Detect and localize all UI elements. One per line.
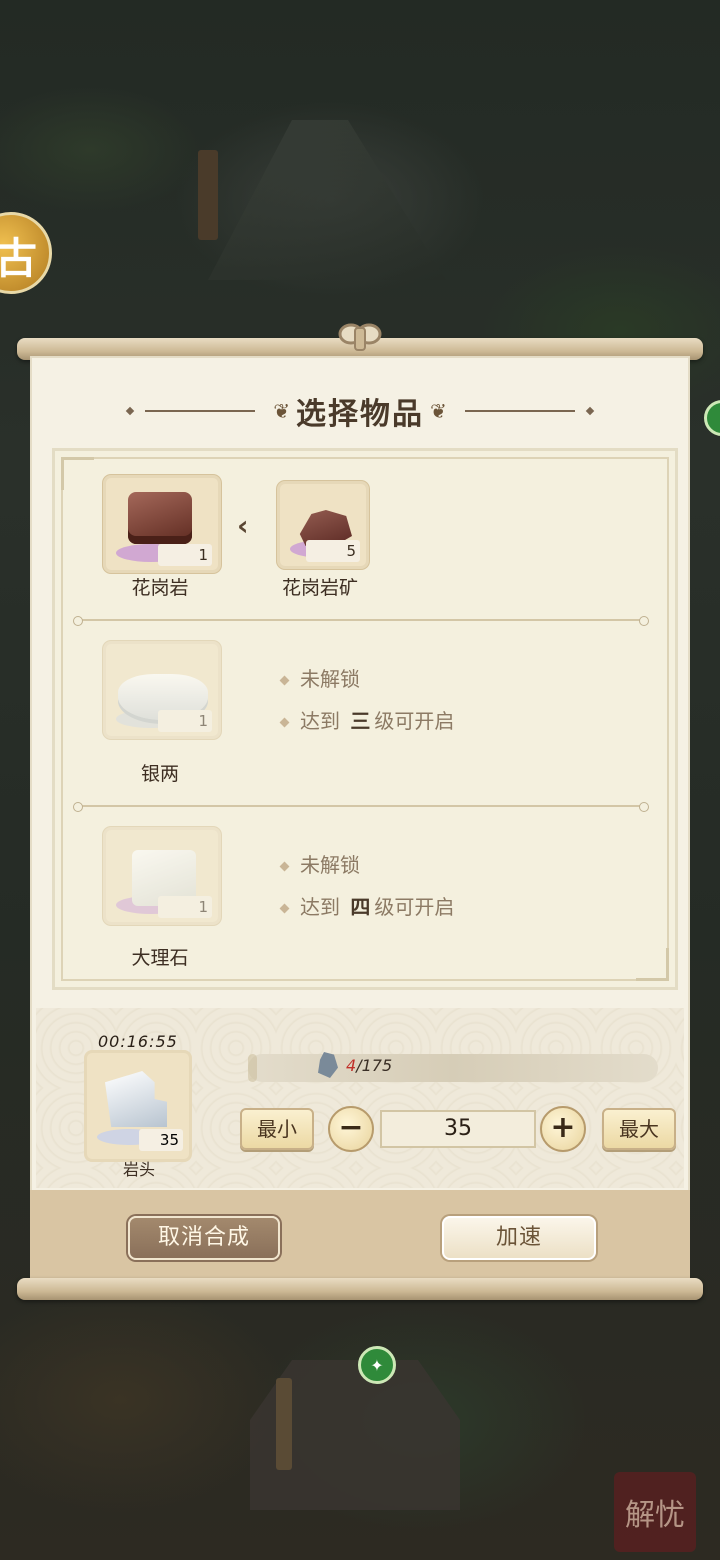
- speed-up-button[interactable]: 加速: [442, 1216, 596, 1260]
- scroll-knot-icon: [338, 323, 382, 351]
- curl-ornament-icon: ❦: [273, 399, 290, 423]
- action-bar: 取消合成 加速: [30, 1190, 690, 1282]
- item-count: 1: [158, 710, 212, 732]
- craft-item-name: 岩头: [122, 1160, 155, 1179]
- material-progress-bar: [248, 1054, 658, 1082]
- craft-item-slot[interactable]: 35: [84, 1050, 192, 1162]
- item-count: 1: [158, 896, 212, 918]
- curl-ornament-icon: ❦: [430, 399, 447, 423]
- background-signpost: [276, 1378, 292, 1470]
- item-slot-granite-ore[interactable]: 5: [277, 481, 369, 569]
- item-list[interactable]: 1 花岗岩 ‹ 5 花岗岩矿 1 银两 未解锁 达到 三级可开启 1 大理石 未…: [52, 448, 678, 990]
- item-label: 大理石: [131, 947, 189, 969]
- row-divider: [73, 802, 649, 812]
- bullet-icon: [279, 717, 290, 728]
- item-count: 5: [306, 540, 360, 562]
- item-count: 1: [158, 544, 212, 566]
- unlock-prefix: 达到: [300, 895, 340, 919]
- progress-fill: [248, 1054, 258, 1082]
- unlock-level: 三: [350, 709, 371, 733]
- scroll-bottom-rod: [17, 1278, 703, 1300]
- unlock-prefix: 达到: [300, 709, 340, 733]
- corner-ornament: [61, 457, 94, 490]
- divider-dot: [125, 406, 135, 416]
- corner-ornament: [636, 948, 669, 981]
- cancel-craft-button[interactable]: 取消合成: [128, 1216, 280, 1260]
- quantity-field[interactable]: 35: [380, 1110, 536, 1148]
- material-count: 4/175: [346, 1056, 392, 1075]
- divider-line: [145, 410, 256, 412]
- stamp-logo: 解忧: [614, 1472, 696, 1552]
- stamp-text: 解忧: [625, 1498, 685, 1533]
- plus-icon[interactable]: +: [540, 1106, 586, 1152]
- item-slot-marble[interactable]: 1: [103, 827, 221, 925]
- unlock-suffix: 级可开启: [374, 709, 455, 733]
- divider-dot: [585, 406, 595, 416]
- row-divider: [73, 616, 649, 626]
- arrow-left-icon: ‹: [237, 509, 249, 542]
- divider-line: [464, 410, 575, 412]
- bullet-icon: [279, 861, 290, 872]
- unlock-requirement: 达到 三级可开启: [279, 705, 455, 734]
- coin-glyph: 古: [0, 234, 38, 283]
- bullet-icon: [279, 903, 290, 914]
- item-label: 银两: [140, 763, 179, 785]
- select-item-dialog: ❦ 选择物品 ❦ 1 花岗岩 ‹ 5 花岗岩矿 1 银两 未解锁 达到 三 级可…: [30, 356, 690, 1282]
- craft-timer: 00:16:55: [98, 1032, 178, 1051]
- min-button[interactable]: 最小: [240, 1108, 314, 1150]
- map-marker-icon[interactable]: ✦: [358, 1346, 396, 1384]
- locked-text: 未解锁: [300, 667, 360, 691]
- item-slot-silver[interactable]: 1: [103, 641, 221, 739]
- dialog-title: 选择物品: [296, 397, 424, 432]
- bullet-icon: [279, 675, 290, 686]
- stone-block-icon: [105, 1071, 167, 1127]
- dialog-header: ❦ 选择物品 ❦: [30, 386, 690, 436]
- lock-status: 未解锁: [279, 663, 360, 692]
- unlock-requirement: 达到 四级可开启: [279, 891, 455, 920]
- minus-icon[interactable]: −: [328, 1106, 374, 1152]
- max-button[interactable]: 最大: [602, 1108, 676, 1150]
- item-slot-granite[interactable]: 1: [103, 475, 221, 573]
- craft-item-count: 35: [139, 1129, 183, 1151]
- item-label: 花岗岩矿: [281, 577, 358, 599]
- unlock-level: 四: [350, 895, 371, 919]
- locked-text: 未解锁: [300, 853, 360, 877]
- unlock-suffix: 级可开启: [374, 895, 455, 919]
- material-have: 4: [346, 1056, 357, 1075]
- background-signpost: [198, 150, 218, 240]
- lock-status: 未解锁: [279, 849, 360, 878]
- item-label: 花岗岩: [131, 577, 189, 599]
- craft-panel: 00:16:55 35 岩头 4/175 最小 − 35 + 最大: [36, 1008, 684, 1188]
- material-need: 175: [361, 1056, 393, 1075]
- granite-icon: [128, 492, 192, 544]
